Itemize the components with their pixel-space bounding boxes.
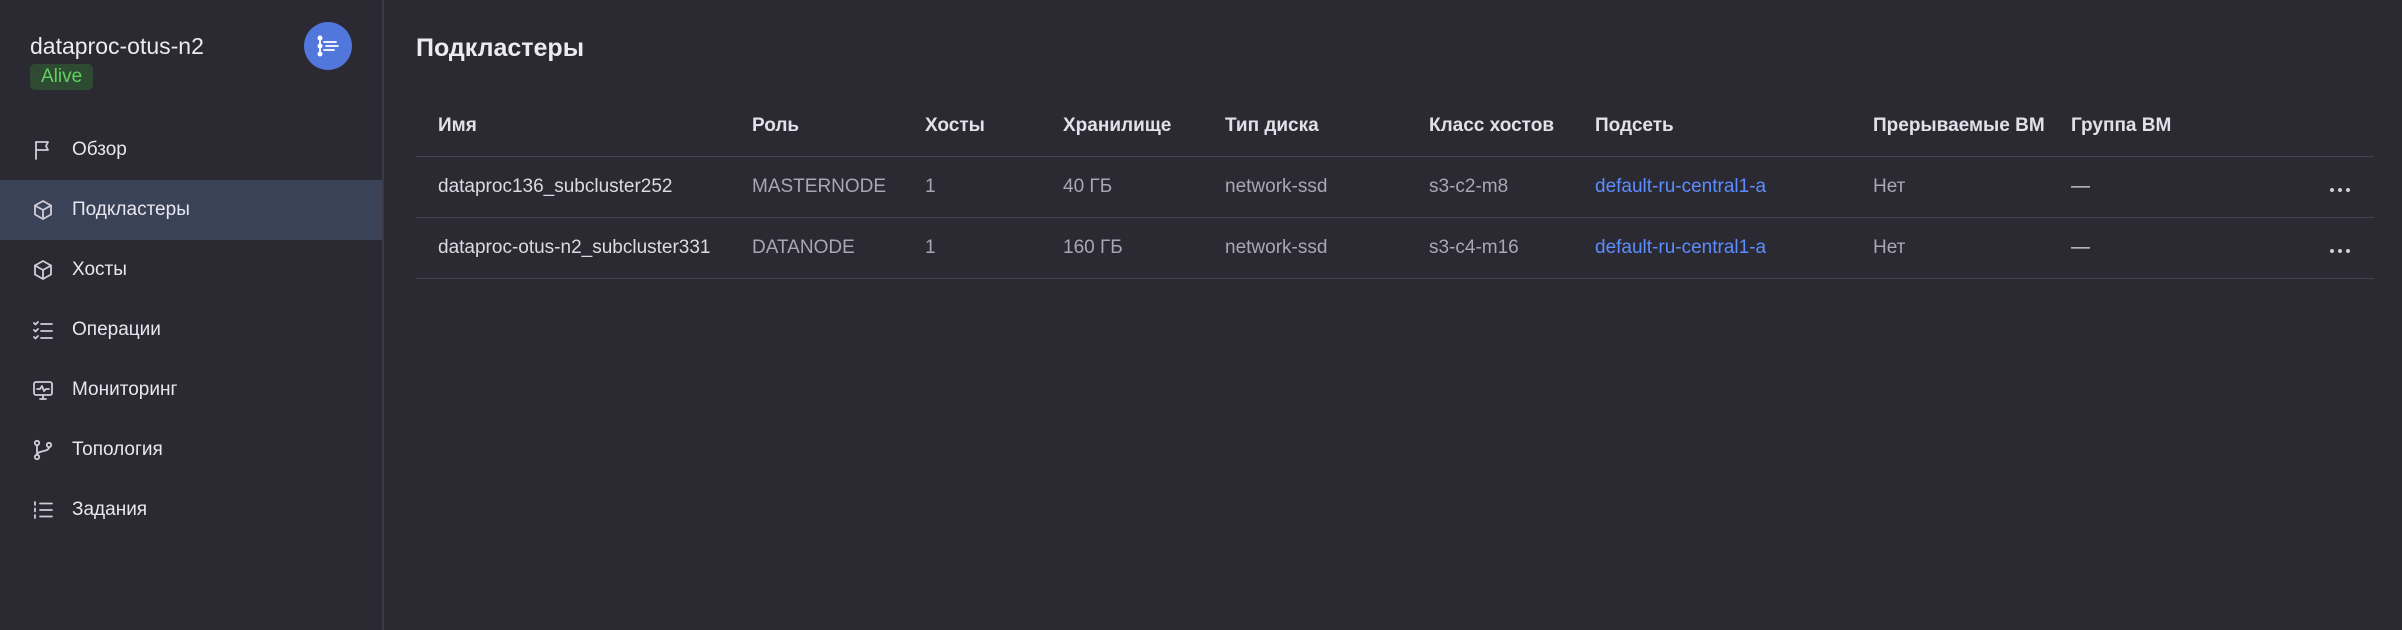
cell-preemptible: Нет [1851,217,2049,279]
cell-actions [2294,156,2374,218]
column-header-vm-group[interactable]: Группа ВМ [2049,96,2294,157]
dataproc-logo-icon [304,22,352,70]
sidebar-item-hosts[interactable]: Хосты [0,240,382,300]
cell-subnet: default-ru-central1-a [1573,217,1851,279]
column-header-hosts[interactable]: Хосты [903,96,1041,157]
status-badge: Alive [30,64,94,90]
list-icon [30,497,56,523]
cell-vm-group: — [2049,156,2294,218]
cluster-header: dataproc-otus-n2 Alive [0,0,382,130]
sidebar-item-monitoring[interactable]: Мониторинг [0,360,382,420]
sidebar-item-label: Задания [72,499,148,520]
cell-preemptible: Нет [1851,156,2049,218]
sidebar-item-label: Топология [72,439,163,460]
table-row[interactable]: dataproc136_subcluster252 MASTERNODE 1 4… [416,156,2374,218]
cube-icon [30,197,56,223]
sidebar-nav: Обзор Подкластеры Хосты Операции Монитор… [0,120,382,540]
cell-host-class: s3-c2-m8 [1407,156,1573,218]
more-actions-icon[interactable] [2326,182,2354,198]
sidebar-item-operations[interactable]: Операции [0,300,382,360]
column-header-subnet[interactable]: Подсеть [1573,96,1851,157]
sidebar-item-topology[interactable]: Топология [0,420,382,480]
sidebar-item-jobs[interactable]: Задания [0,480,382,540]
subnet-link[interactable]: default-ru-central1-a [1595,237,1766,258]
subnet-link[interactable]: default-ru-central1-a [1595,176,1766,197]
cell-disk-type: network-ssd [1203,217,1407,279]
sidebar-item-label: Обзор [72,139,127,160]
cell-hosts: 1 [903,156,1041,218]
column-header-role[interactable]: Роль [730,96,903,157]
cell-host-class: s3-c4-m16 [1407,217,1573,279]
cell-storage: 40 ГБ [1041,156,1203,218]
checklist-icon [30,317,56,343]
column-header-preemptible[interactable]: Прерываемые ВМ [1851,96,2049,157]
cell-name: dataproc136_subcluster252 [416,156,730,218]
sidebar: dataproc-otus-n2 Alive Обзор Подкластеры… [0,0,384,630]
table-header-row: Имя Роль Хосты Хранилище Тип диска Класс… [416,96,2374,157]
cell-actions [2294,217,2374,279]
column-header-disk-type[interactable]: Тип диска [1203,96,1407,157]
column-header-host-class[interactable]: Класс хостов [1407,96,1573,157]
subclusters-table: Имя Роль Хосты Хранилище Тип диска Класс… [416,96,2374,279]
cell-vm-group: — [2049,217,2294,279]
table-row[interactable]: dataproc-otus-n2_subcluster331 DATANODE … [416,217,2374,279]
column-header-actions [2294,96,2374,157]
cell-role: DATANODE [730,217,903,279]
app-window: dataproc-otus-n2 Alive Обзор Подкластеры… [0,0,2402,630]
sidebar-item-label: Операции [72,319,161,340]
column-header-name[interactable]: Имя [416,96,730,157]
sidebar-item-overview[interactable]: Обзор [0,120,382,180]
main-content: Подкластеры Имя Роль Хосты Хранилище Тип… [384,0,2402,630]
cell-name: dataproc-otus-n2_subcluster331 [416,217,730,279]
cell-role: MASTERNODE [730,156,903,218]
flag-icon [30,137,56,163]
more-actions-icon[interactable] [2326,243,2354,259]
sidebar-item-label: Подкластеры [72,199,190,220]
branch-icon [30,437,56,463]
cube-icon [30,257,56,283]
sidebar-item-subclusters[interactable]: Подкластеры [0,180,382,240]
cell-disk-type: network-ssd [1203,156,1407,218]
sidebar-item-label: Мониторинг [72,379,178,400]
cell-subnet: default-ru-central1-a [1573,156,1851,218]
cell-hosts: 1 [903,217,1041,279]
cell-storage: 160 ГБ [1041,217,1203,279]
page-title: Подкластеры [416,34,585,62]
monitor-icon [30,377,56,403]
sidebar-item-label: Хосты [72,259,127,280]
column-header-storage[interactable]: Хранилище [1041,96,1203,157]
